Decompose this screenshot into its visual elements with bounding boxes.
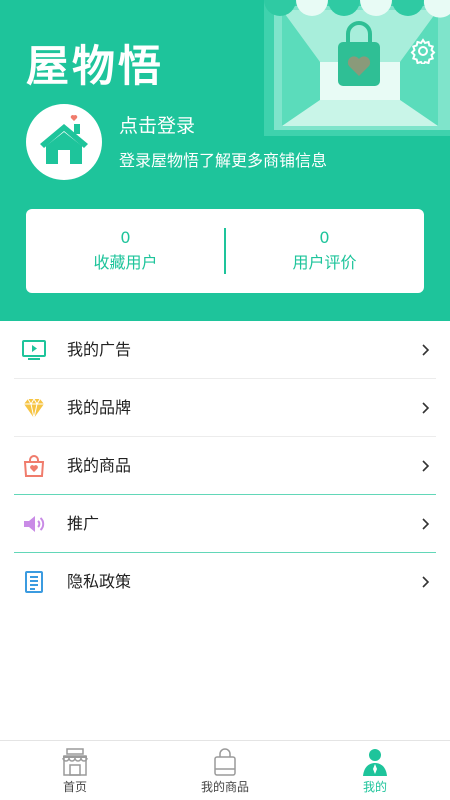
- avatar[interactable]: [26, 104, 102, 180]
- chevron-right-icon: [422, 460, 430, 472]
- chevron-right-icon: [422, 576, 430, 588]
- tab-label-home: 首页: [62, 780, 87, 794]
- menu-list: 我的广告 我的品牌 我的商品 推广 隐私政策: [0, 321, 450, 611]
- house-icon: [40, 115, 88, 164]
- favorite-users-count: 0: [120, 228, 131, 247]
- tab-label-my-products: 我的商品: [200, 780, 249, 794]
- chevron-right-icon: [422, 402, 430, 414]
- store-icon: [62, 748, 88, 776]
- tab-home[interactable]: 首页: [0, 741, 150, 800]
- settings-gear-icon[interactable]: [410, 38, 436, 64]
- menu-label-privacy-policy: 隐私政策: [67, 572, 132, 591]
- menu-item-privacy-policy[interactable]: 隐私政策: [0, 553, 450, 611]
- shop-illustration: [264, 0, 450, 136]
- user-icon: [363, 749, 387, 776]
- bag-icon: [214, 748, 236, 776]
- tab-mine[interactable]: 我的: [300, 741, 450, 800]
- tab-my-products[interactable]: 我的商品: [150, 741, 300, 800]
- menu-label-my-products: 我的商品: [67, 456, 132, 475]
- user-reviews-stat[interactable]: 0 用户评价: [225, 209, 424, 293]
- menu-label-promotion: 推广: [67, 514, 100, 533]
- favorite-users-stat[interactable]: 0 收藏用户: [26, 209, 225, 293]
- login-link[interactable]: 点击登录: [119, 112, 195, 140]
- profile-header: 屋物悟 点击登录 登录屋物悟了解更多商铺信息 0 收藏用户 0 用户评价: [0, 0, 450, 321]
- stats-card: 0 收藏用户 0 用户评价: [26, 209, 424, 293]
- login-subtitle: 登录屋物悟了解更多商铺信息: [119, 151, 328, 170]
- chevron-right-icon: [422, 344, 430, 356]
- shopping-bag-icon: [23, 455, 45, 477]
- menu-label-my-ads: 我的广告: [67, 340, 132, 359]
- menu-label-my-brand: 我的品牌: [67, 398, 132, 417]
- menu-item-my-ads[interactable]: 我的广告: [0, 321, 450, 379]
- document-icon: [25, 571, 43, 593]
- user-reviews-label: 用户评价: [292, 253, 357, 272]
- speaker-icon: [24, 516, 45, 532]
- menu-item-promotion[interactable]: 推广: [0, 495, 450, 553]
- app-logo: 屋物悟: [26, 42, 164, 92]
- diamond-icon: [24, 398, 44, 419]
- user-reviews-count: 0: [319, 228, 330, 247]
- chevron-right-icon: [422, 518, 430, 530]
- favorite-users-label: 收藏用户: [93, 253, 158, 272]
- monitor-icon: [22, 340, 46, 360]
- bottom-tab-bar: 首页 我的商品 我的: [0, 740, 450, 800]
- menu-item-my-brand[interactable]: 我的品牌: [0, 379, 450, 437]
- menu-item-my-products[interactable]: 我的商品: [0, 437, 450, 495]
- tab-label-mine: 我的: [362, 780, 387, 794]
